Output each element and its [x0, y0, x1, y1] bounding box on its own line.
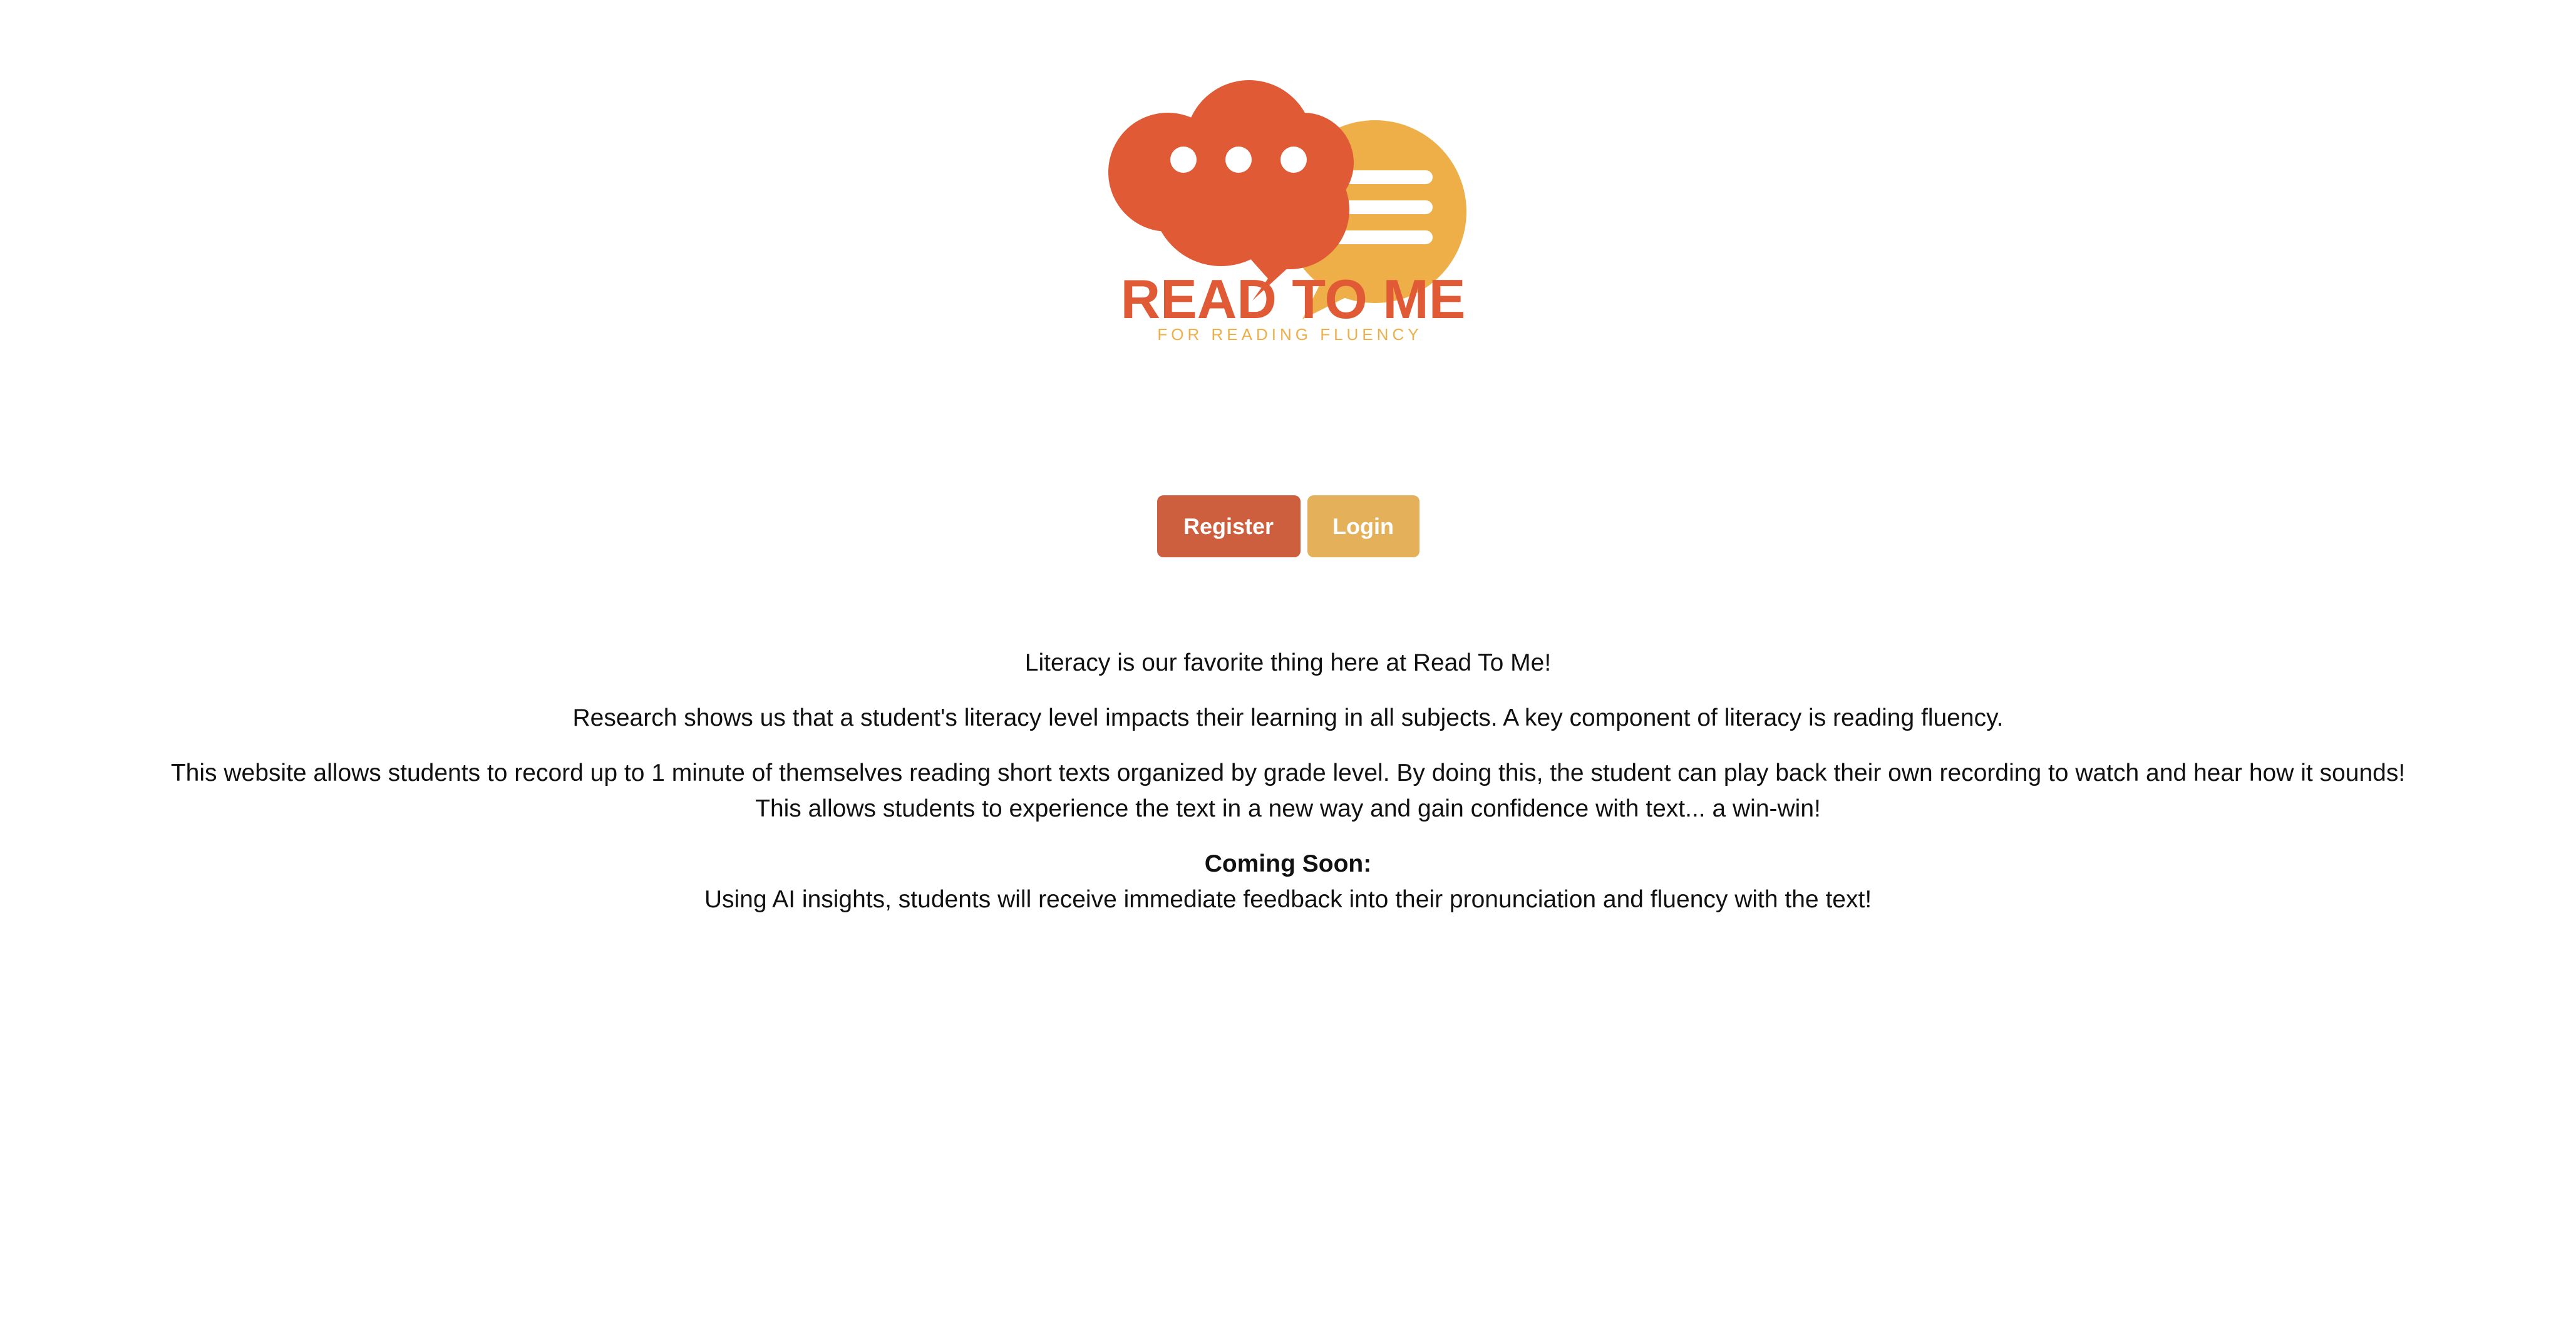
login-button[interactable]: Login: [1307, 495, 1419, 557]
logo-graphic: READ TO ME FOR READING FLUENCY: [1108, 80, 1466, 344]
website-description: This website allows students to record u…: [0, 755, 2576, 827]
auth-buttons: Register Login: [0, 495, 2576, 557]
read-to-me-logo: READ TO ME FOR READING FLUENCY: [1102, 63, 1484, 351]
logo-subtitle: FOR READING FLUENCY: [1157, 325, 1422, 344]
intro-content: Literacy is our favorite thing here at R…: [0, 645, 2576, 937]
research-text: Research shows us that a student's liter…: [572, 704, 2004, 731]
logo-title: READ TO ME: [1121, 268, 1466, 330]
coming-soon-heading: Coming Soon:: [1204, 850, 1372, 877]
website-description-line1: This website allows students to record u…: [170, 760, 2406, 786]
website-description-line2: This allows students to experience the t…: [755, 795, 1821, 822]
register-button[interactable]: Register: [1157, 495, 1301, 557]
coming-soon-section: Coming Soon: Using AI insights, students…: [0, 846, 2576, 917]
intro-text: Literacy is our favorite thing here at R…: [1024, 649, 1552, 676]
landing-page: READ TO ME FOR READING FLUENCY Register …: [0, 0, 2576, 1340]
coming-soon-text: Using AI insights, students will receive…: [704, 886, 1872, 913]
